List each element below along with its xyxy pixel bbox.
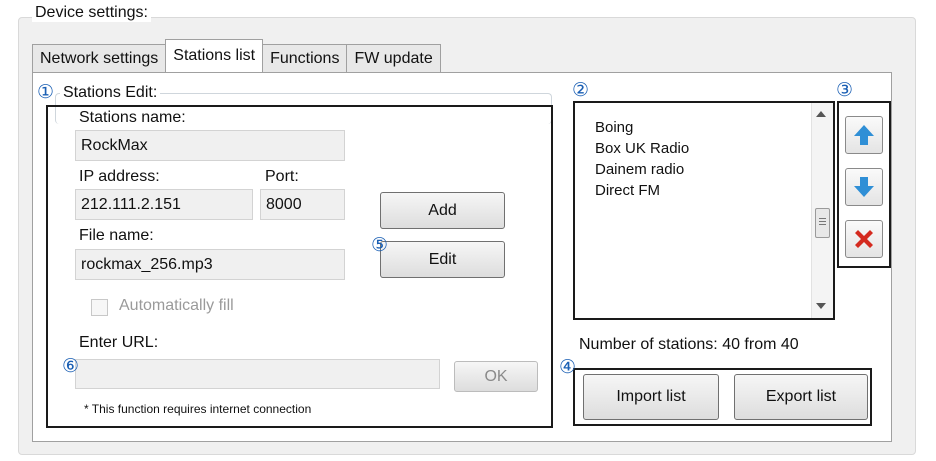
stations-scrollbar[interactable] — [811, 103, 833, 318]
list-item[interactable]: Dainem radio — [595, 159, 689, 180]
add-button[interactable]: Add — [380, 192, 505, 229]
station-count-label: Number of stations: — [579, 336, 718, 353]
stations-list[interactable]: Boing Box UK Radio Dainem radio Direct F… — [573, 101, 835, 320]
list-item[interactable]: Box UK Radio — [595, 138, 689, 159]
ip-address-field[interactable]: 212.111.2.151 — [75, 189, 253, 220]
ip-address-label: IP address: — [79, 168, 160, 185]
marker-1: ① — [37, 81, 55, 103]
port-label: Port: — [265, 168, 299, 185]
auto-fill-checkbox[interactable] — [91, 299, 108, 316]
file-name-label: File name: — [79, 227, 154, 244]
station-count-value: 40 from 40 — [722, 336, 799, 353]
auto-fill-label: Automatically fill — [119, 297, 234, 314]
tab-functions[interactable]: Functions — [262, 44, 348, 72]
list-item[interactable]: Boing — [595, 117, 689, 138]
move-down-button[interactable] — [845, 168, 883, 206]
url-input[interactable] — [75, 359, 440, 389]
delete-x-icon — [855, 230, 873, 248]
stations-list-items: Boing Box UK Radio Dainem radio Direct F… — [595, 117, 689, 201]
internet-note: * This function requires internet connec… — [84, 402, 312, 416]
tab-fw-update[interactable]: FW update — [346, 44, 441, 72]
edit-button[interactable]: Edit — [380, 241, 505, 278]
scroll-up-icon[interactable] — [816, 111, 826, 117]
tab-network-settings[interactable]: Network settings — [32, 44, 167, 72]
move-up-button[interactable] — [845, 116, 883, 154]
port-field[interactable]: 8000 — [260, 189, 345, 220]
marker-2: ② — [572, 79, 590, 101]
arrow-up-icon — [854, 125, 874, 145]
reorder-buttons-group — [837, 101, 891, 268]
scroll-thumb[interactable] — [815, 208, 830, 238]
marker-4: ④ — [559, 356, 577, 378]
station-name-label: Stations name: — [79, 109, 186, 126]
enter-url-label: Enter URL: — [79, 334, 159, 351]
tab-stations-list[interactable]: Stations list — [165, 39, 264, 72]
delete-button[interactable] — [845, 220, 883, 258]
marker-3: ③ — [836, 79, 854, 101]
marker-6: ⑥ — [62, 355, 80, 377]
tab-bar: Network settings Stations list Functions… — [32, 39, 441, 72]
scroll-down-icon[interactable] — [816, 303, 826, 309]
device-settings-title: Device settings: — [32, 4, 151, 22]
export-list-button[interactable]: Export list — [734, 374, 868, 420]
station-name-field[interactable]: RockMax — [75, 130, 345, 161]
marker-5: ⑤ — [371, 234, 389, 256]
import-list-button[interactable]: Import list — [583, 374, 719, 420]
arrow-down-icon — [854, 177, 874, 197]
file-name-field[interactable]: rockmax_256.mp3 — [75, 249, 345, 280]
station-count-text: Number of stations: 40 from 40 — [579, 336, 799, 354]
import-export-group: Import list Export list — [573, 368, 872, 426]
ok-button[interactable]: OK — [454, 361, 538, 392]
stations-edit-title: Stations Edit: — [60, 84, 161, 102]
list-item[interactable]: Direct FM — [595, 180, 689, 201]
